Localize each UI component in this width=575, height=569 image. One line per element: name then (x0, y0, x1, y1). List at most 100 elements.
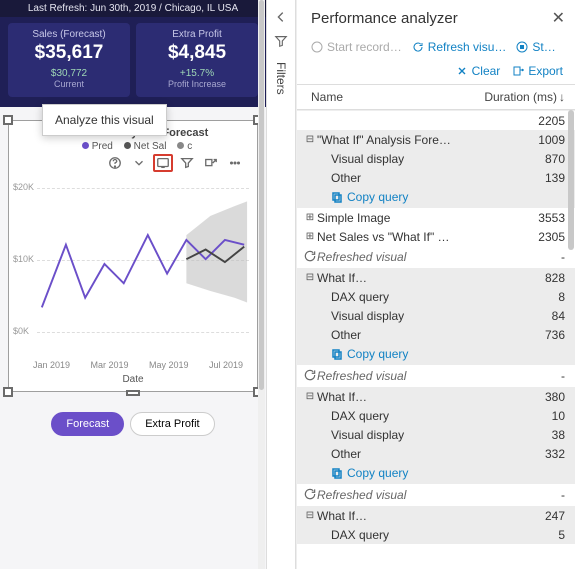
scrollbar-thumb[interactable] (259, 0, 264, 390)
collapse-icon[interactable]: ⊟ (303, 134, 317, 145)
table-row[interactable]: ⊞Net Sales vs "What If" …2305 (297, 227, 575, 246)
table-row: Visual display38 (297, 425, 575, 444)
resize-handle[interactable] (3, 115, 13, 125)
table-row: Refreshed visual- (297, 365, 575, 387)
table-row[interactable]: Copy query (297, 187, 575, 208)
row-duration: 332 (505, 447, 565, 461)
x-axis-label: Date (9, 372, 257, 391)
export-button[interactable]: Export (512, 64, 563, 78)
forecast-button[interactable]: Forecast (51, 412, 124, 436)
table-row: Other736 (297, 325, 575, 344)
panel-title: Performance analyzer (311, 10, 458, 27)
legend-dot (82, 142, 89, 149)
kpi-cards: Sales (Forecast) $35,617 $30,772 Current… (0, 17, 266, 107)
filters-pane-collapsed[interactable]: Filters (266, 0, 296, 569)
expand-icon[interactable]: ⊞ (303, 231, 317, 242)
resize-handle[interactable] (126, 390, 140, 396)
row-duration: 139 (505, 171, 565, 185)
drill-icon[interactable] (129, 154, 149, 172)
refresh-visuals-button[interactable]: Refresh visu… (412, 40, 507, 54)
analyze-visual-button[interactable] (153, 154, 173, 172)
copy-query-link[interactable]: Copy query (317, 347, 408, 361)
help-icon[interactable] (105, 154, 125, 172)
card-value: $35,617 (14, 42, 124, 64)
card-extra-profit[interactable]: Extra Profit $4,845 +15.7% Profit Increa… (136, 23, 258, 97)
table-row: Refreshed visual- (297, 484, 575, 506)
collapse-icon[interactable]: ⊟ (303, 391, 317, 402)
row-name: What If… (317, 271, 505, 285)
table-row: 2205 (297, 110, 575, 130)
table-row[interactable]: ⊞Simple Image3553 (297, 208, 575, 227)
row-name: Visual display (317, 309, 505, 323)
refresh-icon (303, 368, 317, 385)
row-duration: 10 (505, 409, 565, 423)
table-row[interactable]: ⊟What If…247 (297, 506, 575, 525)
row-name: Simple Image (317, 211, 505, 225)
row-duration: 5 (505, 528, 565, 542)
resize-handle[interactable] (3, 387, 13, 397)
row-name: Other (317, 447, 505, 461)
table-row: Other139 (297, 168, 575, 187)
table-row[interactable]: ⊟What If…380 (297, 387, 575, 406)
scrollbar-thumb[interactable] (568, 110, 574, 250)
result-rows: 2205⊟"What If" Analysis Fore…1009Visual … (297, 110, 575, 569)
row-name: Net Sales vs "What If" … (317, 230, 505, 244)
collapse-icon[interactable]: ⊟ (303, 272, 317, 283)
export-icon (512, 65, 524, 77)
table-row[interactable]: ⊟"What If" Analysis Fore…1009 (297, 130, 575, 149)
x-tick: Jan 2019 (33, 360, 70, 370)
performance-analyzer-panel: Performance analyzer ✕ Start record… Ref… (296, 0, 575, 569)
clear-icon (456, 65, 468, 77)
row-duration: 247 (505, 509, 565, 523)
collapse-icon[interactable]: ⊟ (303, 510, 317, 521)
copy-query-link[interactable]: Copy query (317, 466, 408, 480)
table-row: DAX query10 (297, 406, 575, 425)
stop-button[interactable]: St… (516, 40, 555, 54)
table-row: Visual display870 (297, 149, 575, 168)
row-duration: 380 (505, 390, 565, 404)
col-name[interactable]: Name (311, 90, 473, 104)
table-row[interactable]: ⊟What If…828 (297, 268, 575, 287)
focus-icon[interactable] (201, 154, 221, 172)
table-row: Refreshed visual- (297, 246, 575, 268)
panel-actions-2: Clear Export (297, 60, 575, 84)
table-row: DAX query8 (297, 287, 575, 306)
col-duration[interactable]: Duration (ms) ↓ (473, 90, 565, 104)
y-tick: $0K (13, 326, 29, 336)
stop-icon (516, 41, 528, 53)
panel-scrollbar[interactable] (567, 110, 575, 569)
card-sales-forecast[interactable]: Sales (Forecast) $35,617 $30,772 Current (8, 23, 130, 97)
analyze-tooltip: Analyze this visual (42, 104, 167, 136)
record-icon (311, 41, 323, 53)
row-duration: 828 (505, 271, 565, 285)
table-row[interactable]: Copy query (297, 463, 575, 484)
card-sublabel: Profit Increase (142, 79, 252, 89)
table-row: Other332 (297, 444, 575, 463)
extra-profit-button[interactable]: Extra Profit (130, 412, 214, 436)
button-row: Forecast Extra Profit (8, 402, 258, 450)
row-duration: 8 (505, 290, 565, 304)
chart-plot: $20K $10K $0K (9, 178, 257, 358)
close-icon[interactable]: ✕ (552, 8, 565, 28)
table-row[interactable]: Copy query (297, 344, 575, 365)
panel-actions: Start record… Refresh visu… St… (297, 36, 575, 60)
expand-icon[interactable]: ⊞ (303, 212, 317, 223)
canvas-scrollbar[interactable] (258, 0, 265, 569)
refresh-icon (303, 487, 317, 504)
chart-visual[interactable]: "What If" Analysis - Forecast Pred Net S… (8, 120, 258, 392)
x-axis: Jan 2019 Mar 2019 May 2019 Jul 2019 (9, 358, 257, 372)
copy-query-link[interactable]: Copy query (317, 190, 408, 204)
x-tick: May 2019 (149, 360, 189, 370)
chart-svg (37, 184, 249, 344)
card-title: Sales (Forecast) (14, 29, 124, 40)
clear-button[interactable]: Clear (456, 64, 501, 78)
card-title: Extra Profit (142, 29, 252, 40)
chevron-left-icon[interactable] (274, 10, 288, 24)
row-name: DAX query (317, 528, 505, 542)
start-recording-button[interactable]: Start record… (311, 40, 402, 54)
more-icon[interactable] (225, 154, 245, 172)
row-name: DAX query (317, 290, 505, 304)
refresh-icon (303, 249, 317, 266)
legend-dot (177, 142, 184, 149)
filter-icon[interactable] (177, 154, 197, 172)
